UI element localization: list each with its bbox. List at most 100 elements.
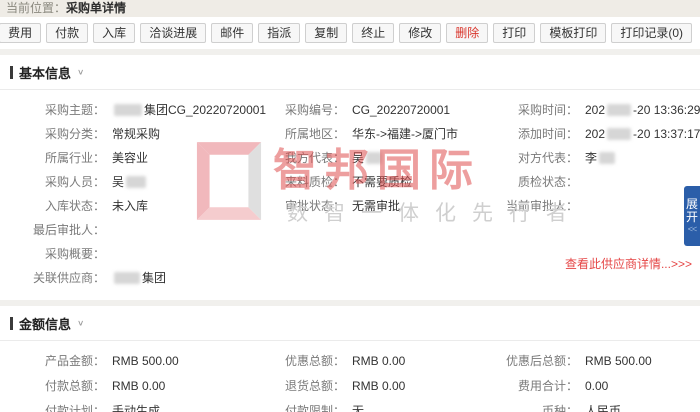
terminate-button[interactable]: 终止: [352, 23, 394, 43]
field-value: 不需要质检: [352, 170, 412, 194]
copy-button[interactable]: 复制: [305, 23, 347, 43]
delete-button[interactable]: 删除: [446, 23, 488, 43]
toolbar: 费用 付款 入库 洽谈进展 邮件 指派 复制 终止 修改 删除 打印 模板打印 …: [0, 17, 700, 49]
field-label: 币种：: [500, 399, 578, 412]
amount-info-header: 金额信息 ∨: [0, 306, 700, 340]
field-value: 吴: [112, 170, 148, 194]
field-row-current-approver: 当前审批人：: [500, 194, 700, 218]
amount-info-panel: 金额信息 ∨ 产品金额： RMB 500.00 付款总额： RMB 0.00 付…: [0, 306, 700, 412]
field-value: 常规采购: [112, 122, 160, 146]
field-row-inbound-status: 入库状态： 未入库: [0, 194, 280, 218]
chevron-down-icon[interactable]: ∨: [77, 68, 84, 77]
field-label: 最后审批人：: [0, 218, 105, 242]
field-value: 集团: [112, 266, 166, 290]
field-row-region: 所属地区： 华东->福建->厦门市: [280, 122, 500, 146]
field-row-inspection-status: 质检状态：: [500, 170, 700, 194]
field-value: 吴: [352, 146, 384, 170]
field-value: 无需审批: [352, 194, 400, 218]
chevron-down-icon[interactable]: ∨: [77, 319, 84, 328]
basic-info-header: 基本信息 ∨: [0, 55, 700, 89]
field-row-industry: 所属行业： 美容业: [0, 146, 280, 170]
redacted-blur: [114, 272, 140, 284]
field-label: 付款总额：: [0, 374, 105, 399]
field-row-return-total: 退货总额： RMB 0.00: [280, 374, 500, 399]
field-row-discount-total: 优惠总额： RMB 0.00: [280, 349, 500, 374]
purchase-order-detail-page: 当前位置：采购单详情 费用 付款 入库 洽谈进展 邮件 指派 复制 终止 修改 …: [0, 0, 700, 412]
field-value: CG_20220720001: [352, 98, 450, 122]
mail-button[interactable]: 邮件: [211, 23, 253, 43]
amount-info-title: 金额信息: [19, 314, 71, 333]
basic-info-column-2: 采购编号： CG_20220720001 所属地区： 华东->福建->厦门市 我…: [280, 98, 500, 290]
field-value: RMB 0.00: [352, 374, 405, 399]
amount-column-2: 优惠总额： RMB 0.00 退货总额： RMB 0.00 付款限制： 无: [280, 349, 500, 412]
expense-button[interactable]: 费用: [0, 23, 41, 43]
field-label: 采购编号：: [280, 98, 345, 122]
view-supplier-link[interactable]: 查看此供应商详情...>>>: [565, 255, 692, 272]
field-row-total-after-discount: 优惠后总额： RMB 500.00: [500, 349, 700, 374]
field-value: 美容业: [112, 146, 148, 170]
print-button[interactable]: 打印: [493, 23, 535, 43]
print-records-button[interactable]: 打印记录(0): [611, 23, 692, 43]
field-label: 优惠后总额：: [500, 349, 578, 374]
field-row-payment-total: 付款总额： RMB 0.00: [0, 374, 280, 399]
field-value: 手动生成: [112, 399, 160, 412]
field-value: 集团CG_20220720001: [112, 98, 266, 122]
field-row-counterpart-representative: 对方代表： 李: [500, 146, 700, 170]
field-label: 产品金额：: [0, 349, 105, 374]
section-marker: [10, 66, 13, 79]
field-row-purchase-category: 采购分类： 常规采购: [0, 122, 280, 146]
template-print-button[interactable]: 模板打印: [540, 23, 606, 43]
breadcrumb-prefix: 当前位置：: [6, 1, 66, 15]
basic-info-column-1: 采购主题： 集团CG_20220720001 采购分类： 常规采购 所属行业： …: [0, 98, 280, 290]
field-label: 审批状态：: [280, 194, 345, 218]
redacted-blur: [366, 152, 382, 164]
section-marker: [10, 317, 13, 330]
inbound-button[interactable]: 入库: [93, 23, 135, 43]
field-label: 来料质检：: [280, 170, 345, 194]
field-label: 优惠总额：: [280, 349, 345, 374]
field-label: 我方代表：: [280, 146, 345, 170]
field-value: 202-20 13:37:17: [585, 122, 700, 146]
field-value: 李: [585, 146, 617, 170]
field-row-add-time: 添加时间： 202-20 13:37:17: [500, 122, 700, 146]
amount-info-fields: 产品金额： RMB 500.00 付款总额： RMB 0.00 付款计划： 手动…: [0, 341, 700, 412]
expand-sidebar-tab[interactable]: 展开 <<: [684, 186, 700, 246]
assign-button[interactable]: 指派: [258, 23, 300, 43]
payment-button[interactable]: 付款: [46, 23, 88, 43]
field-row-purchase-summary: 采购概要：: [0, 242, 280, 266]
field-label: 采购时间：: [500, 98, 578, 122]
basic-info-panel: 基本信息 ∨ 采购主题： 集团CG_20220720001 采购分类： 常规采购…: [0, 55, 700, 300]
breadcrumb: 当前位置：采购单详情: [0, 0, 700, 17]
field-row-linked-supplier: 关联供应商： 集团: [0, 266, 280, 290]
amount-column-3: 优惠后总额： RMB 500.00 费用合计： 0.00 币种： 人民币: [500, 349, 700, 412]
redacted-blur: [114, 104, 142, 116]
field-row-purchase-number: 采购编号： CG_20220720001: [280, 98, 500, 122]
field-row-our-representative: 我方代表： 吴: [280, 146, 500, 170]
redacted-blur: [126, 176, 146, 188]
modify-button[interactable]: 修改: [399, 23, 441, 43]
field-row-payment-restriction: 付款限制： 无: [280, 399, 500, 412]
field-label: 所属地区：: [280, 122, 345, 146]
field-row-payment-plan: 付款计划： 手动生成: [0, 399, 280, 412]
field-label: 对方代表：: [500, 146, 578, 170]
field-value: 华东->福建->厦门市: [352, 122, 458, 146]
field-value: 202-20 13:36:29: [585, 98, 700, 122]
field-row-purchase-subject: 采购主题： 集团CG_20220720001: [0, 98, 280, 122]
field-label: 付款限制：: [280, 399, 345, 412]
negotiation-progress-button[interactable]: 洽谈进展: [140, 23, 206, 43]
field-row-incoming-inspection: 来料质检： 不需要质检: [280, 170, 500, 194]
field-label: 费用合计：: [500, 374, 578, 399]
redacted-blur: [599, 152, 615, 164]
field-label: 所属行业：: [0, 146, 105, 170]
double-left-arrow-icon: <<: [688, 224, 697, 234]
field-label: 入库状态：: [0, 194, 105, 218]
basic-info-title: 基本信息: [19, 63, 71, 82]
field-label: 采购概要：: [0, 242, 105, 266]
field-row-last-approver: 最后审批人：: [0, 218, 280, 242]
field-row-currency: 币种： 人民币: [500, 399, 700, 412]
field-value: 人民币: [585, 399, 621, 412]
field-value: 0.00: [585, 374, 608, 399]
page-title: 采购单详情: [66, 1, 126, 15]
field-value: RMB 0.00: [352, 349, 405, 374]
field-label: 退货总额：: [280, 374, 345, 399]
